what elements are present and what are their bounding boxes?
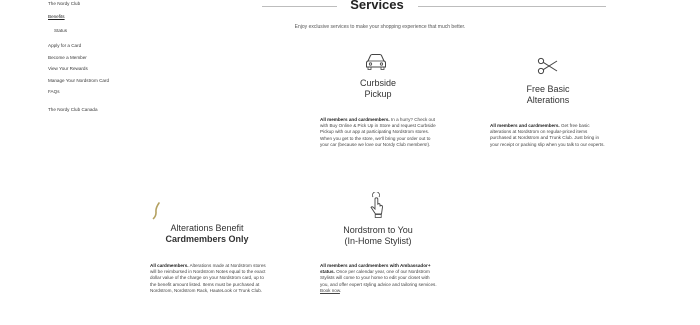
sidebar-item-the-nordy-club[interactable]: The Nordy Club — [48, 1, 80, 7]
sidebar-item-apply-for-a-card[interactable]: Apply for a Card — [48, 43, 81, 49]
sidebar-item-benefits[interactable]: Benefits — [48, 14, 65, 20]
service-title-curbside-pickup: Curbside Pickup — [320, 78, 436, 100]
service-title-line1: Nordstrom to You — [343, 225, 413, 235]
page-title: Services — [350, 0, 404, 12]
service-eligibility: All members and cardmembers. — [320, 117, 390, 122]
service-eligibility: All cardmembers. — [150, 263, 189, 268]
service-title-line2: Pickup — [364, 89, 392, 99]
car-icon — [364, 52, 388, 77]
title-divider-left — [262, 6, 337, 7]
service-desc-alterations-benefit: All cardmembers. Alterations made at Nor… — [150, 263, 268, 294]
title-divider-right — [418, 6, 606, 7]
book-now-link[interactable]: Book now — [320, 288, 340, 293]
sidebar-item-faqs[interactable]: FAQs — [48, 89, 60, 95]
scissors-icon — [536, 56, 560, 81]
service-desc-curbside-pickup: All members and cardmembers. In a hurry?… — [320, 117, 438, 148]
sidebar-item-view-your-rewards[interactable]: View Your Rewards — [48, 66, 88, 72]
service-eligibility: All members and cardmembers. — [490, 123, 560, 128]
service-description: Once per calendar year, one of our Nords… — [320, 269, 437, 287]
service-title-line1: Free Basic — [526, 84, 570, 94]
sidebar-item-become-a-member[interactable]: Become a Member — [48, 55, 87, 61]
service-title-line1: Curbside — [359, 78, 397, 88]
sidebar-item-status[interactable]: Status — [54, 28, 67, 34]
service-title-line2: Alterations — [526, 95, 570, 105]
service-title-free-basic-alterations: Free Basic Alterations — [490, 84, 606, 106]
sidebar-item-manage-your-nordstrom-card[interactable]: Manage Your Nordstrom Card — [48, 78, 109, 84]
service-desc-nordstrom-to-you: All members and cardmembers with Ambassa… — [320, 263, 438, 294]
service-description-tail: . — [339, 287, 342, 293]
page-intro: Enjoy exclusive services to make your sh… — [294, 24, 466, 30]
service-title-nordstrom-to-you: Nordstrom to You (In-Home Stylist) — [320, 225, 436, 247]
service-desc-free-basic-alterations: All members and cardmembers. Get free ba… — [490, 123, 608, 148]
service-title-alterations-benefit: Alterations Benefit Cardmembers Only — [148, 223, 266, 245]
needle-icon — [150, 202, 164, 225]
service-title-line2: Cardmembers Only — [165, 234, 249, 244]
hand-pointer-icon — [368, 191, 386, 225]
sidebar-item-the-nordy-club-canada[interactable]: The Nordy Club Canada — [48, 107, 98, 113]
service-title-line2: (In-Home Stylist) — [344, 236, 412, 246]
service-title-line1: Alterations Benefit — [170, 223, 244, 233]
